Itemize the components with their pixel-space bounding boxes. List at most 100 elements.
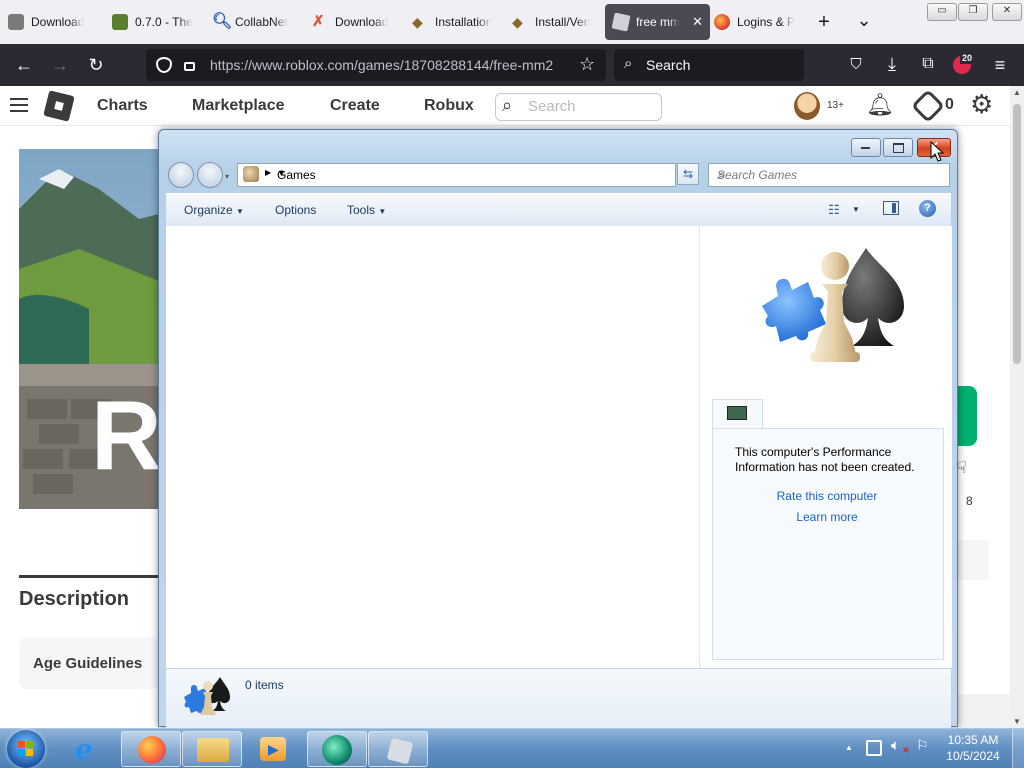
- breadcrumb-arrow-icon[interactable]: ▶: [265, 168, 271, 177]
- options-menu[interactable]: Options: [275, 203, 316, 217]
- url-text[interactable]: https://www.roblox.com/games/18708288144…: [210, 57, 553, 73]
- play-button-edge[interactable]: [957, 386, 977, 446]
- back-arrow-icon[interactable]: ←: [12, 56, 36, 74]
- tab-list-button[interactable]: ⌄: [852, 8, 876, 32]
- back-button[interactable]: [168, 162, 194, 188]
- views-icon[interactable]: ☷: [828, 202, 840, 218]
- roblox-icon: [611, 12, 631, 32]
- performance-info-box: This computer's Performance Information …: [712, 428, 944, 660]
- roblox-header: Charts Marketplace Create Robux ⌕ Search…: [0, 86, 1010, 126]
- page-scrollbar[interactable]: ▲ ▼: [1010, 86, 1024, 728]
- scroll-down-arrow-icon[interactable]: ▼: [1013, 717, 1021, 726]
- game-title-letter: R: [91, 380, 162, 490]
- action-center-flag-icon[interactable]: ⚐: [916, 737, 929, 754]
- show-hidden-icons-icon[interactable]: ▲: [845, 743, 853, 752]
- tab-0-7-0[interactable]: 0.7.0 - The: [104, 4, 208, 40]
- nav-robux[interactable]: Robux: [424, 97, 474, 115]
- games-content-area[interactable]: [166, 226, 699, 668]
- app-globe-icon: [322, 735, 352, 765]
- tab-free-mm2-active[interactable]: free mm ✕: [605, 4, 710, 40]
- volume-muted-icon[interactable]: 🔈︎: [891, 737, 900, 754]
- nav-create[interactable]: Create: [330, 97, 380, 115]
- nav-marketplace[interactable]: Marketplace: [192, 97, 285, 115]
- forward-arrow-icon[interactable]: →: [48, 56, 72, 74]
- shield-icon[interactable]: [156, 57, 172, 73]
- tab-about[interactable]: [19, 540, 159, 578]
- performance-tab[interactable]: [712, 399, 763, 430]
- tab-installation[interactable]: ◆ Installation: [404, 4, 508, 40]
- search-icon: ⌕: [624, 55, 633, 72]
- avatar[interactable]: [794, 92, 820, 120]
- clock[interactable]: 10:35 AM 10/5/2024: [938, 733, 1008, 763]
- tab-collabnet[interactable]: 🔍︎ CollabNet: [204, 4, 308, 40]
- mouse-cursor-icon: [930, 141, 944, 162]
- page-footer-edge: [956, 694, 1010, 728]
- hamburger-icon[interactable]: [10, 98, 28, 112]
- show-desktop-button[interactable]: [1012, 729, 1024, 769]
- views-chevron-down-icon[interactable]: ▼: [852, 205, 860, 214]
- vote-count: 8: [966, 494, 973, 508]
- command-bar: Organize ▼ Options Tools ▼ ☷ ▼ ?: [166, 193, 951, 227]
- item-count: 0 items: [245, 678, 284, 692]
- tab-download-2[interactable]: ✗ Download: [304, 4, 408, 40]
- tab-install-verify[interactable]: ◆ Install/Veri: [504, 4, 608, 40]
- magnifier-icon: 🔍︎: [212, 13, 233, 30]
- network-icon[interactable]: [866, 740, 882, 756]
- scroll-up-arrow-icon[interactable]: ▲: [1013, 88, 1021, 97]
- download-icon[interactable]: ⤓: [880, 55, 904, 73]
- lock-icon[interactable]: [184, 62, 195, 71]
- start-button[interactable]: [7, 730, 45, 768]
- search-games-input[interactable]: Search Games ⌕: [708, 163, 950, 187]
- organize-menu[interactable]: Organize ▼: [184, 203, 244, 217]
- roblox-search-placeholder: Search: [528, 98, 576, 115]
- close-browser-button[interactable]: ✕: [992, 3, 1022, 21]
- browser-toolbar: ← → ↻ https://www.roblox.com/games/18708…: [0, 44, 1024, 86]
- minimize-button[interactable]: [851, 138, 881, 157]
- box-icon: [8, 14, 24, 30]
- tools-menu[interactable]: Tools ▼: [347, 203, 386, 217]
- taskbar-app-green[interactable]: [307, 731, 367, 767]
- settings-gear-icon[interactable]: ⚙: [970, 89, 993, 120]
- browser-tab-strip: Download 0.7.0 - The 🔍︎ CollabNet ✗ Downlo…: [0, 0, 1024, 44]
- close-tab-icon[interactable]: ✕: [692, 14, 703, 30]
- bookmark-star-icon[interactable]: ☆: [579, 54, 595, 75]
- url-bar[interactable]: https://www.roblox.com/games/18708288144…: [146, 49, 606, 81]
- preview-pane-icon[interactable]: [883, 201, 899, 215]
- taskbar-internet-explorer[interactable]: e: [60, 731, 120, 767]
- web-search-bar[interactable]: ⌕ Search: [614, 49, 804, 81]
- extensions-icon[interactable]: ⧉: [916, 55, 940, 73]
- firefox-icon: [138, 736, 166, 764]
- notifications-bell-icon[interactable]: 🔔︎: [866, 92, 894, 118]
- learn-more-link[interactable]: Learn more: [713, 510, 941, 524]
- help-icon[interactable]: ?: [919, 200, 936, 217]
- pocket-icon[interactable]: ⛉: [844, 56, 868, 74]
- status-bar: 0 items: [166, 668, 951, 729]
- search-icon[interactable]: ⌕: [717, 166, 943, 183]
- taskbar-firefox[interactable]: [121, 731, 181, 767]
- tab-logins[interactable]: Logins & P: [706, 4, 810, 40]
- nav-charts[interactable]: Charts: [97, 97, 148, 115]
- roblox-logo-icon[interactable]: [43, 90, 75, 122]
- address-bar[interactable]: ▶ Games ▼: [237, 163, 676, 187]
- refresh-icon[interactable]: ⇆: [677, 163, 699, 185]
- minimize-browser-button[interactable]: ▭: [927, 3, 957, 21]
- menu-hamburger-icon[interactable]: ≡: [988, 56, 1012, 74]
- maximize-button[interactable]: [883, 138, 913, 157]
- roblox-search-input[interactable]: ⌕ Search: [495, 93, 662, 121]
- forward-button[interactable]: [197, 162, 223, 188]
- taskbar-roblox[interactable]: [368, 731, 428, 767]
- tab-download-1[interactable]: Download: [0, 4, 104, 40]
- game-thumbnail[interactable]: R: [19, 149, 179, 509]
- new-tab-button[interactable]: +: [812, 10, 836, 34]
- restore-browser-button[interactable]: ❐: [958, 3, 988, 21]
- scroll-thumb[interactable]: [1013, 104, 1021, 364]
- thumbs-down-icon[interactable]: ☟: [957, 458, 967, 478]
- taskbar-explorer[interactable]: [182, 731, 242, 767]
- reload-icon[interactable]: ↻: [84, 56, 108, 74]
- monitor-icon: [727, 406, 747, 420]
- address-dropdown-icon[interactable]: ▼: [277, 168, 671, 178]
- rate-computer-link[interactable]: Rate this computer: [713, 489, 941, 503]
- recent-pages-icon[interactable]: ▾: [225, 172, 229, 181]
- robux-icon[interactable]: [911, 89, 945, 123]
- taskbar-media-player[interactable]: ▶: [243, 731, 303, 767]
